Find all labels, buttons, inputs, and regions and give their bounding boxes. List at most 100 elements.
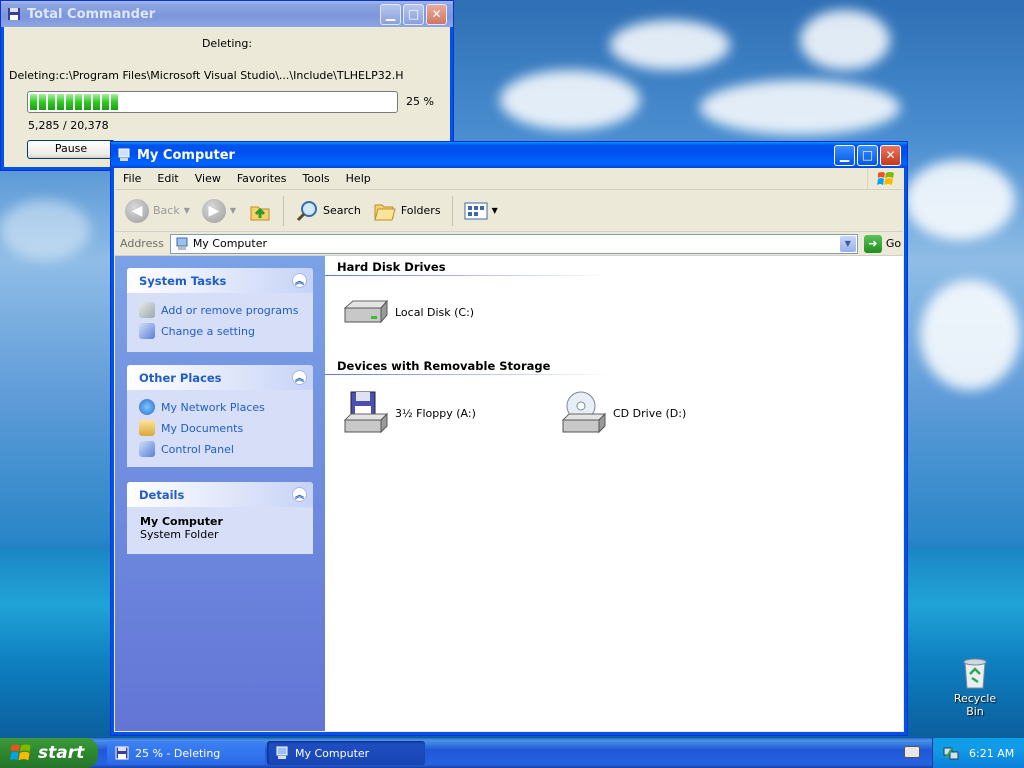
maximize-button[interactable]: □ xyxy=(857,144,878,166)
close-button[interactable]: ✕ xyxy=(426,3,447,25)
folders-label: Folders xyxy=(400,204,441,217)
cloud xyxy=(0,200,90,260)
close-button[interactable]: ✕ xyxy=(880,144,901,166)
progress-segment xyxy=(57,94,64,110)
toolbar-separator xyxy=(451,195,453,226)
cloud xyxy=(610,20,730,70)
close-icon: ✕ xyxy=(885,148,896,162)
folders-button[interactable]: Folders xyxy=(369,195,445,227)
search-button[interactable]: Search xyxy=(291,195,365,227)
details-name: My Computer xyxy=(140,515,223,528)
progress-segment xyxy=(102,94,109,110)
go-label: Go xyxy=(885,237,902,250)
keyboard-icon[interactable] xyxy=(904,746,920,758)
toolbar-separator xyxy=(283,195,285,226)
place-my-network-places[interactable]: My Network Places xyxy=(127,396,313,417)
menu-help[interactable]: Help xyxy=(338,172,379,185)
maximize-button[interactable]: □ xyxy=(403,3,424,25)
start-label: start xyxy=(38,743,85,763)
network-tray-icon[interactable] xyxy=(943,745,959,761)
chevron-down-icon: ▼ xyxy=(491,206,498,215)
address-dropdown-button[interactable]: ▼ xyxy=(839,235,856,252)
drive-cd-d[interactable]: CD Drive (D:) xyxy=(559,390,686,436)
computer-icon xyxy=(118,148,130,161)
drive-label: CD Drive (D:) xyxy=(613,406,687,420)
tc-heading: Deleting: xyxy=(201,37,253,50)
menu-file[interactable]: File xyxy=(115,172,149,185)
search-label: Search xyxy=(323,204,361,217)
forward-arrow-icon: ▶ xyxy=(201,198,226,223)
taskbar-button-deleting[interactable]: 25 % - Deleting xyxy=(107,741,265,765)
back-button[interactable]: ◀ Back ▼ xyxy=(121,195,194,227)
tc-title-bar[interactable]: Total Commander ▁ □ ✕ xyxy=(1,1,453,27)
minimize-icon: ▁ xyxy=(385,7,396,21)
tc-title: Total Commander xyxy=(27,6,156,22)
minimize-button[interactable]: ▁ xyxy=(834,144,855,166)
minimize-button[interactable]: ▁ xyxy=(380,3,401,25)
taskbar-button-label: My Computer xyxy=(295,746,370,760)
folders-icon xyxy=(374,204,396,220)
menu-bar: File Edit View Favorites Tools Help xyxy=(115,167,903,190)
close-icon: ✕ xyxy=(431,7,442,21)
views-button[interactable]: ▼ xyxy=(460,195,502,227)
drive-local-disk-c[interactable]: Local Disk (C:) xyxy=(341,298,474,326)
folder-up-icon xyxy=(250,206,270,220)
menu-tools[interactable]: Tools xyxy=(295,172,338,185)
place-label: My Documents xyxy=(161,421,244,435)
task-label: Add or remove programs xyxy=(161,303,299,317)
details-header[interactable]: Details ︽ xyxy=(127,482,313,507)
maximize-icon: □ xyxy=(407,7,420,21)
documents-folder-icon xyxy=(139,420,155,436)
system-tasks-header[interactable]: System Tasks ︽ xyxy=(127,268,313,293)
computer-icon xyxy=(176,237,188,250)
address-input[interactable]: My Computer ▼ xyxy=(169,233,858,254)
other-places-title: Other Places xyxy=(139,370,222,385)
pause-button[interactable]: Pause xyxy=(27,140,115,159)
forward-button[interactable]: ▶ ▼ xyxy=(198,195,240,227)
add-remove-programs-icon xyxy=(139,302,155,318)
go-button[interactable]: ➜ Go xyxy=(863,234,902,253)
taskbar-button-label: 25 % - Deleting xyxy=(135,746,221,760)
cloud xyxy=(700,80,900,135)
chevron-down-icon: ▼ xyxy=(844,239,851,248)
floppy-icon xyxy=(8,8,20,20)
my-computer-window[interactable]: My Computer ▁ □ ✕ File Edit View Favorit… xyxy=(110,141,908,736)
progress-segment xyxy=(111,94,118,110)
task-add-remove-programs[interactable]: Add or remove programs xyxy=(127,299,313,320)
up-button[interactable] xyxy=(244,195,276,227)
clock[interactable]: 6:21 AM xyxy=(969,747,1014,760)
place-label: My Network Places xyxy=(161,400,265,414)
menu-view[interactable]: View xyxy=(187,172,229,185)
start-button[interactable]: start xyxy=(0,738,98,768)
progress-segment xyxy=(75,94,82,110)
menu-favorites[interactable]: Favorites xyxy=(229,172,295,185)
tc-path: Deleting:c:\Program Files\Microsoft Visu… xyxy=(9,69,404,82)
collapse-icon[interactable]: ︽ xyxy=(292,370,307,385)
collapse-icon[interactable]: ︽ xyxy=(292,273,307,288)
section-divider xyxy=(325,275,610,276)
task-pane: System Tasks ︽ Add or remove programs Ch… xyxy=(115,256,325,731)
place-my-documents[interactable]: My Documents xyxy=(127,417,313,438)
drive-floppy-a[interactable]: 3½ Floppy (A:) xyxy=(341,390,476,436)
progress-fill xyxy=(30,94,395,110)
place-label: Control Panel xyxy=(161,442,234,456)
back-label: Back xyxy=(153,204,180,217)
cloud xyxy=(500,70,640,130)
windows-logo-icon xyxy=(867,167,903,190)
menu-edit[interactable]: Edit xyxy=(149,172,186,185)
drive-label: Local Disk (C:) xyxy=(395,305,475,319)
cd-drive-icon xyxy=(561,391,607,434)
progress-segment xyxy=(66,94,73,110)
address-label: Address xyxy=(120,237,164,250)
tc-percent: 25 % xyxy=(406,95,434,108)
recycle-bin[interactable]: Recycle Bin xyxy=(944,656,1006,718)
collapse-icon[interactable]: ︽ xyxy=(292,487,307,502)
network-places-icon xyxy=(139,399,155,415)
mc-title-bar[interactable]: My Computer ▁ □ ✕ xyxy=(111,142,907,168)
other-places-header[interactable]: Other Places ︽ xyxy=(127,365,313,390)
place-control-panel[interactable]: Control Panel xyxy=(127,438,313,459)
task-change-setting[interactable]: Change a setting xyxy=(127,320,313,341)
taskbar-button-my-computer[interactable]: My Computer xyxy=(267,741,425,765)
other-places-panel: Other Places ︽ My Network Places My Docu… xyxy=(127,365,313,467)
section-title-removable: Devices with Removable Storage xyxy=(337,359,551,373)
